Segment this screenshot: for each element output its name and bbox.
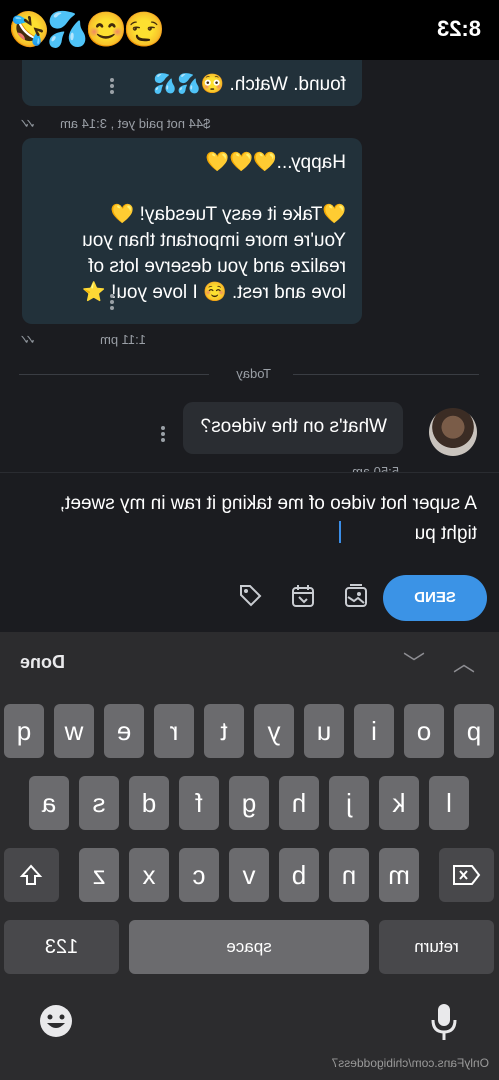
message-options-icon[interactable] [110, 292, 114, 312]
calendar-icon[interactable] [288, 583, 318, 613]
chat-thread[interactable]: found. Watch. 😳💦💦 $44 not paid yet , 3:1… [0, 60, 499, 472]
key-q[interactable]: q [4, 704, 44, 758]
message-text: You're more important than you [82, 230, 346, 251]
send-button-label: SEND [414, 589, 456, 606]
gallery-icon[interactable] [341, 583, 371, 613]
key-d[interactable]: d [129, 776, 169, 830]
key-l[interactable]: l [429, 776, 469, 830]
key-u[interactable]: u [304, 704, 344, 758]
avatar[interactable] [429, 408, 477, 456]
shift-icon [20, 864, 43, 885]
key-r[interactable]: r [154, 704, 194, 758]
message-meta: 1:11 pm [100, 332, 147, 347]
space-key[interactable]: space [129, 920, 369, 974]
key-t[interactable]: t [204, 704, 244, 758]
message-options-icon[interactable] [161, 424, 165, 444]
app-screen: 8:23 😏😊💦🤣 found. Watch. 😳💦💦 $44 not paid… [0, 0, 499, 1080]
microphone-icon[interactable] [429, 1002, 459, 1050]
day-divider-line [19, 374, 209, 375]
message-meta: 5:50 am [352, 464, 399, 472]
message-input[interactable]: A super hot video of me taking it raw in… [21, 489, 477, 549]
message-bubble[interactable]: Happy...💛💛💛 💛Take it easy Tuesday! 💛 You… [22, 138, 362, 324]
day-divider-line [293, 374, 479, 375]
keyboard: ︿ ﹀ Done q w e r t y u i o p a s d f g h… [0, 632, 499, 1080]
key-b[interactable]: b [279, 848, 319, 902]
emoji-icon[interactable] [37, 1002, 75, 1048]
key-p[interactable]: p [454, 704, 494, 758]
backspace-icon [453, 865, 481, 885]
shift-key[interactable] [4, 848, 59, 902]
message-text: found. Watch. 😳💦💦 [153, 74, 346, 95]
key-o[interactable]: o [404, 704, 444, 758]
message-text: Happy...💛💛💛 [205, 152, 346, 173]
watermark: OnlyFans.com/chibigoddess7 [331, 1056, 489, 1070]
status-emojis: 😏😊💦🤣 [12, 11, 166, 49]
key-y[interactable]: y [254, 704, 294, 758]
message-text: love and rest. ☺️ I love you! ⭐ [82, 282, 346, 303]
message-text: What's on the videos? [200, 416, 387, 437]
return-key[interactable]: return [379, 920, 494, 974]
message-bubble[interactable]: What's on the videos? [183, 402, 403, 454]
key-e[interactable]: e [104, 704, 144, 758]
message-text [38, 176, 346, 202]
read-receipt-icon: ✓✓ [24, 332, 36, 347]
key-h[interactable]: h [279, 776, 319, 830]
message-text: 💛Take it easy Tuesday! 💛 [110, 204, 346, 225]
numbers-key[interactable]: 123 [4, 920, 119, 974]
key-g[interactable]: g [229, 776, 269, 830]
done-button[interactable]: Done [20, 652, 65, 673]
chevron-up-icon[interactable]: ︿ [453, 646, 475, 678]
composer: A super hot video of me taking it raw in… [0, 472, 499, 633]
status-bar: 8:23 😏😊💦🤣 [0, 0, 499, 60]
message-text: realize and you deserve lots of [88, 256, 346, 277]
key-m[interactable]: m [379, 848, 419, 902]
delete-key[interactable] [439, 848, 494, 902]
key-c[interactable]: c [179, 848, 219, 902]
send-button[interactable]: SEND [383, 575, 487, 621]
keyboard-toolbar: ︿ ﹀ Done [0, 632, 499, 694]
key-n[interactable]: n [329, 848, 369, 902]
key-v[interactable]: v [229, 848, 269, 902]
key-w[interactable]: w [54, 704, 94, 758]
day-divider-label: Today [236, 366, 271, 381]
key-a[interactable]: a [29, 776, 69, 830]
text-caret [339, 521, 341, 543]
key-i[interactable]: i [354, 704, 394, 758]
key-f[interactable]: f [179, 776, 219, 830]
key-j[interactable]: j [329, 776, 369, 830]
chevron-down-icon[interactable]: ﹀ [403, 646, 425, 678]
status-time: 8:23 [436, 16, 481, 41]
message-meta: $44 not paid yet , 3:14 am [60, 116, 211, 131]
message-bubble[interactable]: found. Watch. 😳💦💦 [22, 60, 362, 106]
message-options-icon[interactable] [110, 76, 114, 96]
key-x[interactable]: x [129, 848, 169, 902]
key-s[interactable]: s [79, 776, 119, 830]
read-receipt-icon: ✓✓ [24, 116, 36, 131]
key-k[interactable]: k [379, 776, 419, 830]
key-z[interactable]: z [79, 848, 119, 902]
price-tag-icon[interactable] [235, 583, 265, 613]
